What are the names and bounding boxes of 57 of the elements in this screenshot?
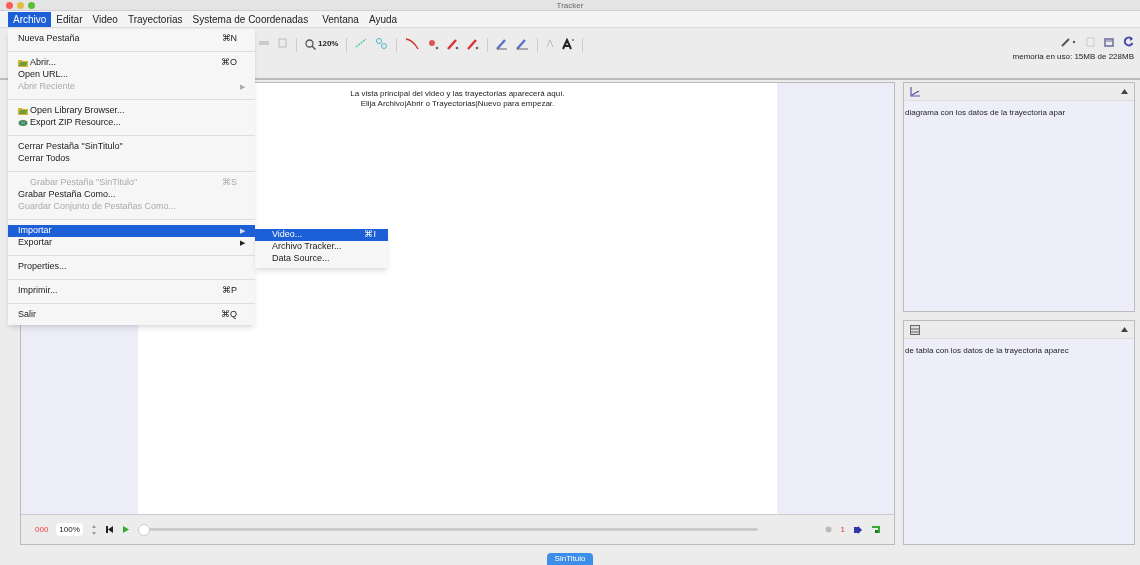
table-icon[interactable]: [910, 324, 920, 335]
menu-item[interactable]: Imprimir... ⌘P: [8, 285, 255, 297]
point-icon[interactable]: [427, 38, 440, 50]
menu-bar-item[interactable]: Video: [87, 11, 123, 27]
toolbar-icon: [258, 38, 270, 48]
menu-item[interactable]: Grabar Pestaña Como...: [8, 189, 255, 201]
menu-bar-item[interactable]: Archivo: [8, 11, 52, 27]
reset-icon[interactable]: [104, 525, 114, 534]
collapse-icon[interactable]: [1121, 327, 1128, 332]
hint-text: La vista principal del video y las trayectorias aparecerá aquí.: [350, 89, 565, 99]
folder-icon: [18, 107, 28, 115]
step-size[interactable]: 1: [840, 523, 845, 536]
menu-item[interactable]: Nueva Pestaña ⌘N: [8, 33, 255, 45]
menu-item[interactable]: Open URL...: [8, 69, 255, 81]
zoom-level[interactable]: 120%: [318, 38, 339, 50]
refresh-icon[interactable]: [1123, 36, 1134, 47]
menu-bar-item[interactable]: Systema de Coordenadas: [187, 11, 314, 27]
curve-icon[interactable]: [405, 38, 420, 50]
step-forward-icon[interactable]: [854, 525, 862, 534]
menu-item[interactable]: Video... ⌘I: [255, 229, 388, 241]
menu-item[interactable]: Export ZIP Resource...: [8, 117, 255, 129]
menu-bar-item[interactable]: Editar: [51, 11, 88, 27]
loop-icon[interactable]: [871, 525, 880, 534]
toolbar-icon: [278, 38, 288, 48]
menu-bar-item[interactable]: Ventana: [317, 11, 364, 27]
menu-item[interactable]: Data Source...: [255, 253, 388, 265]
search-icon[interactable]: [305, 38, 316, 50]
panel-message: diagrama con los datos de la trayectoria apar: [904, 107, 1067, 119]
panel-message: de tabla con los datos de la trayectoria aparec: [904, 345, 1070, 357]
menu-bar-item[interactable]: Trayectorias: [122, 11, 188, 27]
menu-item[interactable]: Cerrar Todos: [8, 153, 255, 165]
menu-item[interactable]: Salir ⌘Q: [8, 309, 255, 321]
folder-icon: [18, 59, 28, 67]
pencil-icon[interactable]: [1061, 36, 1077, 47]
memory-usage: memoria en uso: 15MB de 228MB: [1012, 51, 1134, 63]
frame-counter: 000: [35, 523, 49, 536]
menu-item[interactable]: Archivo Tracker...: [255, 241, 388, 253]
vector-icon[interactable]: [447, 38, 460, 50]
chart-icon[interactable]: [910, 86, 920, 97]
hint-text: Elija Archivo|Abrir o Trayectorias|Nuevo para empezar.: [360, 99, 555, 109]
rate-field[interactable]: 100%: [56, 523, 83, 536]
play-icon[interactable]: [121, 525, 130, 534]
slider[interactable]: [137, 523, 758, 536]
window-title: Tracker: [556, 0, 584, 10]
spinner-icon[interactable]: [90, 523, 97, 536]
vector-icon[interactable]: [496, 38, 509, 50]
font-larger-icon[interactable]: [562, 38, 575, 50]
vector-icon[interactable]: [467, 38, 480, 50]
slider-thumb[interactable]: [137, 523, 150, 536]
menu-item[interactable]: Properties...: [8, 261, 255, 273]
collapse-icon[interactable]: [1121, 89, 1128, 94]
package-icon: [18, 119, 28, 127]
menu-item[interactable]: Open Library Browser...: [8, 105, 255, 117]
menu-bar-item[interactable]: Ayuda: [363, 11, 403, 27]
menu-item[interactable]: Cerrar Pestaña "SinTitulo": [8, 141, 255, 153]
vector-icon[interactable]: [516, 38, 530, 50]
menu-item[interactable]: Abrir... ⌘O: [8, 57, 255, 69]
